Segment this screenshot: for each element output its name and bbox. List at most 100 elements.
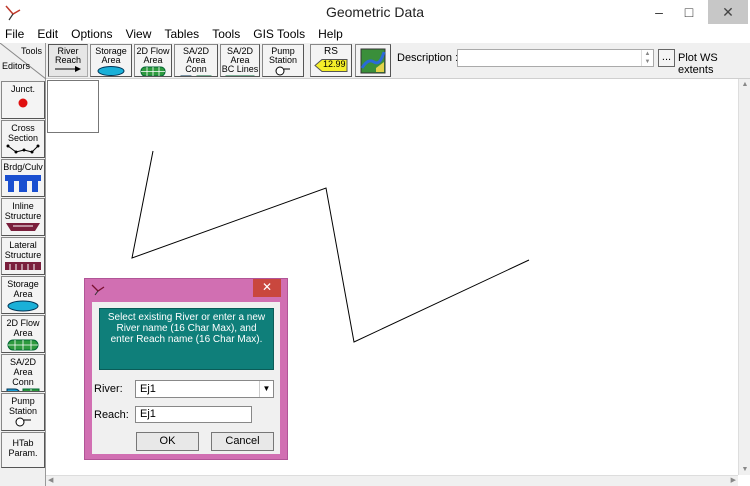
pump-label-2: Station [268,55,298,65]
rs-tag-icon: 12.99 [314,59,348,72]
rs-label: RS [324,46,338,57]
inline-structure-editor-button[interactable]: Inline Structure [1,198,45,236]
menu-tools[interactable]: Tools [207,26,245,43]
sa2d-conn-tool-button[interactable]: SA/2D Area Conn [174,44,218,77]
pump-icon [275,66,290,76]
menu-file[interactable]: File [0,26,29,43]
river-label: River: [94,383,123,395]
scroll-right-arrow[interactable]: ▶ [731,476,736,484]
river-reach-tool-button[interactable]: River Reach [48,44,88,77]
editors-label: Editors [2,61,31,71]
ok-button[interactable]: OK [136,432,199,451]
overview-thumbnail[interactable] [47,80,99,133]
lateral-label-1: Lateral [9,240,37,250]
river-select[interactable]: Ej1 ▼ [135,380,274,398]
bridge-culvert-editor-button[interactable]: Brdg/Culv [1,159,45,197]
sa2d-conn-editor-label-2: Conn [12,377,34,387]
plot-ws-extents-button[interactable]: Plot WS extents [678,52,750,76]
app-icon [91,284,105,296]
htab-label-2: Param. [8,448,38,458]
sa2d-bc-label-2: BC Lines [221,64,259,74]
sa2d-conn-icon [6,388,40,391]
arrow-right-icon [55,66,81,72]
sa2d-conn-editor-label-1: SA/2D Area [9,357,36,377]
storage-area-editor-button[interactable]: Storage Area [1,276,45,314]
menu-tables[interactable]: Tables [159,26,204,43]
description-ellipsis-button[interactable]: ... [658,49,675,67]
instruction-text: Select existing River or enter a new Riv… [99,308,274,370]
description-label: Description : [397,52,459,64]
pump-editor-label-2: Station [8,406,38,416]
sa2d-bc-lines-tool-button[interactable]: SA/2D Area BC Lines [220,44,260,77]
river-reach-label-2: Reach [54,55,81,65]
minimize-button[interactable]: – [644,0,674,24]
sa2d-bc-label-1: SA/2D Area [226,46,253,65]
bridge-icon [5,175,41,192]
sa2d-conn-editor-button[interactable]: SA/2D Area Conn [1,354,45,392]
scroll-down-arrow[interactable]: ▼ [739,466,750,473]
rs-tool-button[interactable]: RS 12.99 [310,44,352,77]
description-input[interactable]: ▲ ▼ [457,49,654,67]
cancel-button[interactable]: Cancel [211,432,274,451]
description-scroll[interactable]: ▲ ▼ [641,50,653,66]
horizontal-scrollbar[interactable]: ◀ ▶ [46,475,738,486]
junct-editor-button[interactable]: Junct. [1,81,45,119]
pump-station-tool-button[interactable]: Pump Station [262,44,304,77]
2d-flow-area-tool-button[interactable]: 2D Flow Area [134,44,172,77]
sa2d-conn-icon [180,75,212,76]
2d-flow-editor-label-2: Area [13,328,33,338]
river-reach-dialog: ✕ Select existing River or enter a new R… [84,278,288,460]
flow-mesh-icon [7,339,39,351]
menu-edit[interactable]: Edit [32,26,63,43]
storage-editor-label-2: Area [13,289,33,299]
inline-structure-icon [6,223,40,231]
map-icon [360,48,386,74]
2d-flow-area-editor-button[interactable]: 2D Flow Area [1,315,45,353]
menu-help[interactable]: Help [313,26,348,43]
chevron-down-icon[interactable]: ▼ [259,381,273,397]
dialog-close-button[interactable]: ✕ [253,279,281,297]
vertical-scrollbar[interactable]: ▲ ▼ [738,79,750,475]
cross-section-label-1: Cross [11,123,35,133]
tools-editors-corner: Tools Editors [0,43,46,79]
toolbar: Tools Editors River Reach Storage Area 2… [0,43,750,79]
htab-label-1: HTab [12,438,34,448]
scroll-up-arrow[interactable]: ▲ [739,81,750,88]
window-title: Geometric Data [325,4,425,20]
menu-view[interactable]: View [121,26,157,43]
maximize-button[interactable]: □ [674,0,704,24]
sa2d-conn-label-2: Conn [185,64,207,74]
flow-mesh-icon [140,66,166,76]
pump-icon [15,417,31,427]
close-button[interactable]: ✕ [708,0,748,24]
cross-section-editor-button[interactable]: Cross Section [1,120,45,158]
pump-station-editor-button[interactable]: Pump Station [1,393,45,431]
dialog-body: Select existing River or enter a new Riv… [92,302,280,454]
inline-label-1: Inline [12,201,34,211]
tools-label: Tools [20,46,42,56]
brdg-culv-label: Brdg/Culv [3,162,43,172]
storage-area-tool-button[interactable]: Storage Area [90,44,132,77]
2d-flow-label-2: Area [143,55,163,65]
menu-gis-tools[interactable]: GIS Tools [248,26,310,43]
rs-value: 12.99 [323,59,346,69]
cross-section-label-2: Section [7,133,39,143]
scroll-left-arrow[interactable]: ◀ [48,476,53,484]
lateral-label-2: Structure [4,250,42,260]
htab-param-editor-button[interactable]: HTab Param. [1,432,45,468]
storage-area-icon [97,66,125,76]
reach-label: Reach: [94,409,129,421]
title-bar: Geometric Data – □ ✕ [0,0,750,26]
junct-label: Junct. [10,84,35,94]
reach-input[interactable]: Ej1 [135,406,252,423]
river-select-value: Ej1 [140,383,156,395]
storage-area-icon [7,300,39,312]
lateral-structure-icon [5,262,41,270]
pump-editor-label-1: Pump [11,396,35,406]
lateral-structure-editor-button[interactable]: Lateral Structure [1,237,45,275]
junction-dot-icon [18,98,28,108]
background-map-tool-button[interactable] [355,44,391,77]
editors-bar: Junct. Cross Section Brdg/Culv Inline St… [0,79,46,486]
inline-label-2: Structure [4,211,42,221]
menu-options[interactable]: Options [66,26,117,43]
